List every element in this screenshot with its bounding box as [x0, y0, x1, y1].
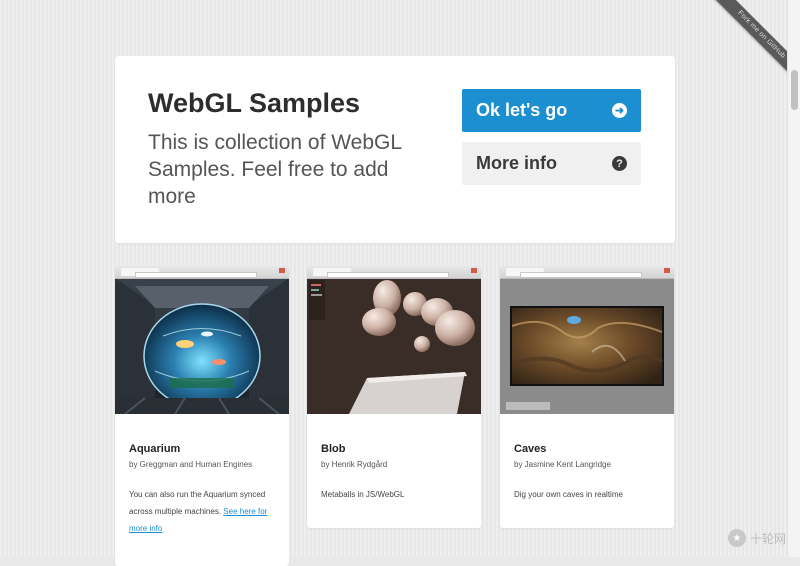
- browser-chrome: [500, 266, 674, 279]
- card-description: Dig your own caves in realtime: [514, 490, 623, 499]
- page-title: WebGL Samples: [148, 88, 361, 118]
- scrollbar-thumb[interactable]: [791, 70, 798, 110]
- aquarium-thumbnail[interactable]: [115, 266, 289, 414]
- caves-thumbnail[interactable]: [500, 266, 674, 414]
- more-info-button[interactable]: More info ?: [462, 142, 641, 185]
- card-title[interactable]: Aquarium: [129, 443, 180, 455]
- sample-card-blob[interactable]: Blob by Henrik Rydgård Metaballs in JS/W…: [307, 266, 481, 528]
- card-author: by Greggman and Human Engines: [129, 460, 253, 469]
- question-circle-icon: ?: [612, 156, 627, 171]
- card-description: Metaballs in JS/WebGL: [321, 490, 405, 499]
- browser-chrome: [115, 266, 289, 279]
- aquarium-screenshot: [115, 266, 289, 414]
- arrow-right-circle-icon: ➜: [612, 103, 627, 118]
- card-author: by Henrik Rydgård: [321, 460, 388, 469]
- card-title[interactable]: Blob: [321, 443, 345, 455]
- watermark: ★ 十轮网: [727, 529, 786, 547]
- watermark-icon: ★: [727, 529, 746, 547]
- caves-screenshot: [500, 266, 674, 414]
- scrollbar[interactable]: [787, 0, 800, 557]
- github-ribbon-label[interactable]: Fork me on GitHub: [703, 0, 800, 93]
- ok-lets-go-button[interactable]: Ok let's go ➜: [462, 89, 641, 132]
- watermark-label: 十轮网: [749, 531, 786, 546]
- sample-card-aquarium[interactable]: Aquarium by Greggman and Human Engines Y…: [115, 266, 289, 566]
- hero-panel: WebGL Samples This is collection of WebG…: [115, 56, 675, 243]
- github-ribbon[interactable]: Fork me on GitHub: [690, 0, 800, 110]
- blob-thumbnail[interactable]: [307, 266, 481, 414]
- card-author: by Jasmine Kent Langridge: [514, 460, 611, 469]
- hero-description: This is collection of WebGL Samples. Fee…: [148, 131, 402, 208]
- more-info-label: More info: [476, 153, 557, 173]
- ok-lets-go-label: Ok let's go: [476, 100, 568, 120]
- blob-screenshot: [307, 266, 481, 414]
- sample-card-caves[interactable]: Caves by Jasmine Kent Langridge Dig your…: [500, 266, 674, 528]
- browser-chrome: [307, 266, 481, 279]
- card-title[interactable]: Caves: [514, 443, 546, 455]
- card-description: You can also run the Aquarium synced acr…: [129, 486, 275, 537]
